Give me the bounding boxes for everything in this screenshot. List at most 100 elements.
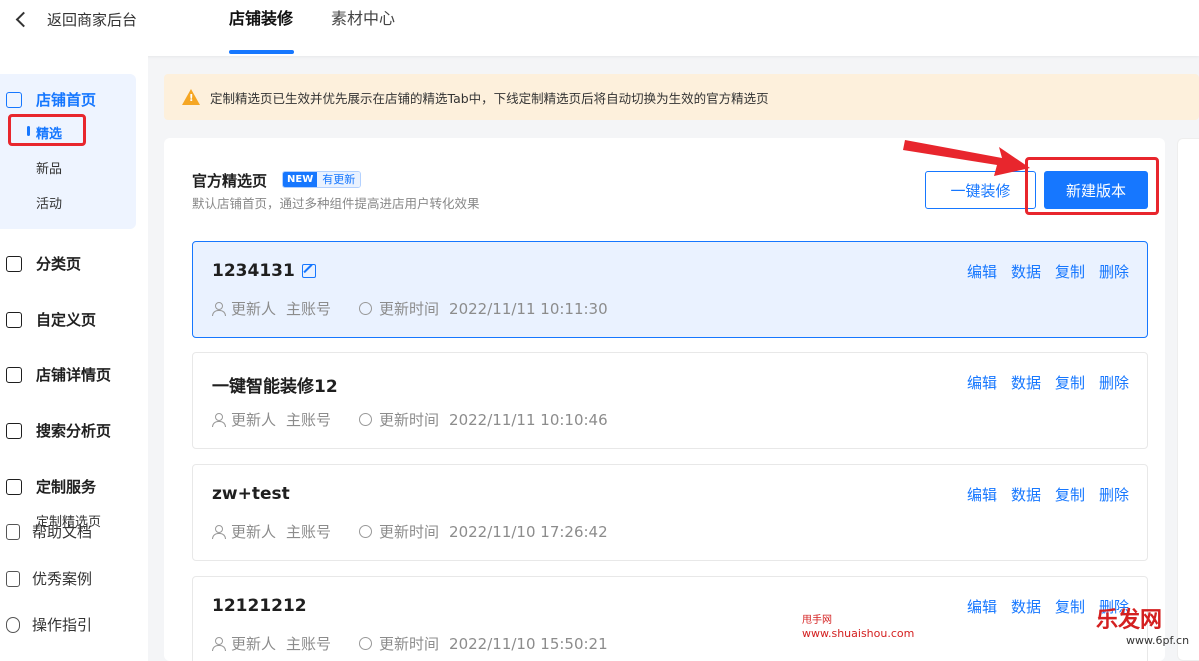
version-name: zw+test [212,484,290,504]
edit-link[interactable]: 编辑 [967,484,997,505]
sidebar-item-custom-service[interactable]: 定制服务 [6,476,96,497]
clock-icon [359,637,373,650]
sidebar-item-category[interactable]: 分类页 [6,253,81,274]
sidebar-item-store-detail[interactable]: 店铺详情页 [6,364,111,385]
badge-update: 有更新 [317,172,361,187]
watermark-url: www.shuaishou.com [802,627,915,640]
copy-link[interactable]: 复制 [1055,596,1085,617]
version-meta: 更新人 主账号 更新时间 2022/11/11 10:10:46 [212,409,608,430]
top-bar: 返回商家后台 店铺装修 素材中心 [0,0,1199,56]
sidebar-help-cases[interactable]: 优秀案例 [6,568,92,589]
watermark-text: 甩手网 [802,615,832,626]
crown-icon [6,478,22,495]
watermark-brand-url: www.6pf.cn [1126,634,1190,647]
section-description: 默认店铺首页，通过多种组件提高进店用户转化效果 [192,196,480,211]
clock-icon [359,302,373,315]
person-icon [212,413,226,427]
update-time-value: 2022/11/10 17:26:42 [449,522,608,541]
update-time-value: 2022/11/11 10:10:46 [449,410,608,429]
back-label: 返回商家后台 [47,10,138,29]
edit-link[interactable]: 编辑 [967,372,997,393]
section-title: 官方精选页 [192,172,268,190]
bulb-icon [6,616,20,633]
version-meta: 更新人 主账号 更新时间 2022/11/10 17:26:42 [212,521,608,542]
data-link[interactable]: 数据 [1011,261,1041,282]
data-link[interactable]: 数据 [1011,484,1041,505]
document-icon [6,523,20,540]
copy-link[interactable]: 复制 [1055,484,1085,505]
sidebar-sub-new[interactable]: 新品 [36,158,62,177]
sidebar-item-label: 自定义页 [36,311,97,329]
copy-link[interactable]: 复制 [1055,372,1085,393]
edit-page-icon [6,311,22,328]
sidebar-item-store-home[interactable]: 店铺首页 [6,89,96,110]
version-card[interactable]: 1234131 更新人 主账号 更新时间 2022/11/11 10:11:30… [192,241,1148,338]
version-meta: 更新人 主账号 更新时间 2022/11/11 10:11:30 [212,298,608,319]
updater-value: 主账号 [286,411,332,429]
help-label: 帮助文档 [32,523,93,541]
sidebar-item-search-analysis[interactable]: 搜索分析页 [6,420,111,441]
delete-link[interactable]: 删除 [1099,372,1129,393]
version-actions: 编辑 数据 复制 删除 [967,261,1129,282]
sidebar-item-custom-page[interactable]: 自定义页 [6,309,96,330]
update-time-label: 更新时间 [379,300,440,318]
clock-icon [359,525,373,538]
sidebar-item-label: 搜索分析页 [36,422,112,440]
one-click-decorate-button[interactable]: 一键装修 [925,171,1036,209]
list-icon [6,255,22,272]
help-label: 优秀案例 [32,570,93,588]
updater-value: 主账号 [286,523,332,541]
version-name: 12121212 [212,596,307,616]
main-panel: 官方精选页 NEW 有更新 默认店铺首页，通过多种组件提高进店用户转化效果 一键… [164,138,1165,661]
detail-icon [6,366,22,383]
sidebar-item-label: 分类页 [36,255,82,273]
sidebar-item-label: 店铺首页 [36,91,97,109]
version-card[interactable]: zw+test 更新人 主账号 更新时间 2022/11/10 17:26:42… [192,464,1148,561]
person-icon [212,302,226,316]
sidebar-help-guide[interactable]: 操作指引 [6,614,92,635]
annotation-highlight-featured [8,114,86,146]
sidebar-help-docs[interactable]: 帮助文档 [6,521,92,542]
delete-link[interactable]: 删除 [1099,484,1129,505]
version-actions: 编辑 数据 复制 删除 [967,372,1129,393]
edit-link[interactable]: 编辑 [967,261,997,282]
update-time-label: 更新时间 [379,411,440,429]
clock-icon [359,413,373,426]
active-tab-indicator [229,50,294,54]
edit-link[interactable]: 编辑 [967,596,997,617]
updater-label: 更新人 [231,523,277,541]
delete-link[interactable]: 删除 [1099,261,1129,282]
sidebar-item-label: 店铺详情页 [36,366,112,384]
updater-value: 主账号 [286,635,332,653]
help-label: 操作指引 [32,616,93,634]
sidebar-item-label: 定制服务 [36,478,97,496]
version-name: 一键智能装修12 [212,377,338,397]
sidebar: 店铺首页 精选 新品 活动 分类页 自定义页 店铺详情页 搜索分析页 定制服务 … [0,56,148,661]
version-card[interactable]: 一键智能装修12 更新人 主账号 更新时间 2022/11/11 10:10:4… [192,352,1148,449]
badge-new: NEW [283,172,318,187]
tab-store-decoration[interactable]: 店铺装修 [229,8,293,30]
tab-material-center[interactable]: 素材中心 [331,8,395,30]
copy-link[interactable]: 复制 [1055,261,1085,282]
version-meta: 更新人 主账号 更新时间 2022/11/10 15:50:21 [212,633,608,654]
store-icon [6,91,22,108]
data-link[interactable]: 数据 [1011,372,1041,393]
edit-name-icon[interactable] [301,264,316,278]
update-badge: NEW 有更新 [282,171,362,188]
update-time-label: 更新时间 [379,635,440,653]
update-time-label: 更新时间 [379,523,440,541]
update-time-value: 2022/11/10 15:50:21 [449,634,608,653]
updater-label: 更新人 [231,635,277,653]
updater-label: 更新人 [231,411,277,429]
annotation-highlight-new-version [1025,157,1159,215]
person-icon [212,525,226,539]
chevron-left-icon [15,11,32,27]
data-link[interactable]: 数据 [1011,596,1041,617]
sidebar-sub-activity[interactable]: 活动 [36,193,62,212]
version-name-row: 12121212 [212,596,307,616]
back-to-merchant-button[interactable]: 返回商家后台 [14,8,137,30]
notice-banner: ! 定制精选页已生效并优先展示在店铺的精选Tab中，下线定制精选页后将自动切换为… [164,74,1199,120]
version-actions: 编辑 数据 复制 删除 [967,484,1129,505]
updater-value: 主账号 [286,300,332,318]
version-card[interactable]: 12121212 更新人 主账号 更新时间 2022/11/10 15:50:2… [192,576,1148,661]
